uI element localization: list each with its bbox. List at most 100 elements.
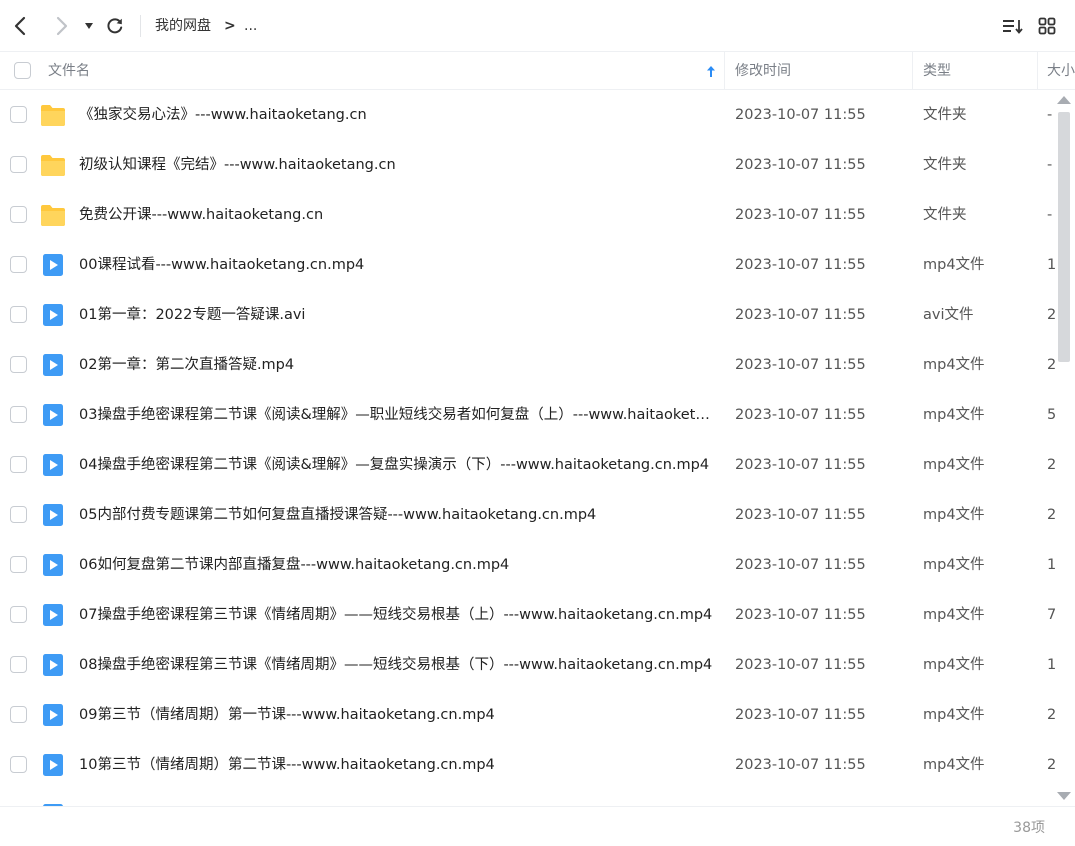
- sort-ascending-icon[interactable]: [706, 65, 716, 78]
- file-name[interactable]: 01第一章：2022专题一答疑课.avi: [79, 305, 715, 325]
- file-type: mp4文件: [923, 707, 985, 723]
- file-modified: 2023-10-07 11:55: [735, 557, 866, 573]
- file-modified: 2023-10-07 11:55: [735, 657, 866, 673]
- row-checkbox[interactable]: [10, 606, 27, 623]
- file-size: 2: [1047, 307, 1055, 323]
- file-type: mp4文件: [923, 657, 985, 673]
- video-file-icon: [40, 453, 66, 477]
- file-size: 5: [1047, 407, 1055, 423]
- file-row[interactable]: 07操盘手绝密课程第三节课《情绪周期》——短线交易根基（上）---www.hai…: [0, 590, 1055, 640]
- file-size: 1: [1047, 257, 1055, 273]
- row-checkbox[interactable]: [10, 156, 27, 173]
- file-type: mp4文件: [923, 457, 985, 473]
- row-checkbox[interactable]: [10, 306, 27, 323]
- file-size: -: [1047, 207, 1053, 223]
- file-modified: 2023-10-07 11:55: [735, 457, 866, 473]
- column-separator[interactable]: [912, 52, 913, 90]
- scrollbar-thumb[interactable]: [1058, 112, 1070, 362]
- file-size: 2: [1047, 457, 1055, 473]
- file-name[interactable]: 09第三节（情绪周期）第一节课---www.haitaoketang.cn.mp…: [79, 705, 715, 725]
- column-modified[interactable]: 修改时间: [735, 52, 791, 90]
- file-row[interactable]: 02第一章：第二次直播答疑.mp4 2023-10-07 11:55 mp4文件 2: [0, 340, 1055, 390]
- file-type: 文件夹: [923, 107, 967, 123]
- select-all-checkbox[interactable]: [14, 62, 31, 79]
- view-toggle-button[interactable]: [1034, 13, 1060, 39]
- file-name[interactable]: 07操盘手绝密课程第三节课《情绪周期》——短线交易根基（上）---www.hai…: [79, 605, 715, 625]
- file-row[interactable]: 《独家交易心法》---www.haitaoketang.cn 2023-10-07…: [0, 90, 1055, 140]
- file-modified: 2023-10-07 11:55: [735, 107, 866, 123]
- file-row[interactable]: 09第三节（情绪周期）第一节课---www.haitaoketang.cn.mp…: [0, 690, 1055, 740]
- file-row[interactable]: 03操盘手绝密课程第二节课《阅读&理解》—职业短线交易者如何复盘（上）---ww…: [0, 390, 1055, 440]
- file-modified: 2023-10-07 11:55: [735, 357, 866, 373]
- column-separator[interactable]: [724, 52, 725, 90]
- video-file-icon: [40, 253, 66, 277]
- file-name[interactable]: 05内部付费专题课第二节如何复盘直播授课答疑---www.haitaoketan…: [79, 505, 715, 525]
- chevron-left-icon: [14, 16, 26, 36]
- file-name[interactable]: 04操盘手绝密课程第二节课《阅读&理解》—复盘实操演示（下）---www.hai…: [79, 455, 715, 475]
- vertical-scrollbar[interactable]: [1055, 92, 1073, 804]
- file-modified: 2023-10-07 11:55: [735, 257, 866, 273]
- file-size: 2: [1047, 707, 1055, 723]
- row-checkbox[interactable]: [10, 456, 27, 473]
- file-row[interactable]: 10第三节（情绪周期）第二节课---www.haitaoketang.cn.mp…: [0, 740, 1055, 790]
- column-type[interactable]: 类型: [923, 52, 951, 90]
- scroll-down-arrow[interactable]: [1057, 792, 1071, 800]
- file-modified: 2023-10-07 11:55: [735, 507, 866, 523]
- column-header: 文件名 修改时间 类型 大小: [0, 52, 1075, 90]
- column-separator[interactable]: [1037, 52, 1038, 90]
- refresh-button[interactable]: [102, 13, 128, 39]
- row-checkbox[interactable]: [10, 706, 27, 723]
- video-file-icon: [40, 553, 66, 577]
- file-row[interactable]: 00课程试看---www.haitaoketang.cn.mp4 2023-10-…: [0, 240, 1055, 290]
- file-row[interactable]: 06如何复盘第二节课内部直播复盘---www.haitaoketang.cn.m…: [0, 540, 1055, 590]
- file-type: 文件夹: [923, 157, 967, 173]
- breadcrumb-root[interactable]: 我的网盘: [155, 16, 211, 36]
- file-row[interactable]: 08操盘手绝密课程第三节课《情绪周期》——短线交易根基（下）---www.hai…: [0, 640, 1055, 690]
- file-name[interactable]: 《独家交易心法》---www.haitaoketang.cn: [79, 105, 715, 125]
- file-name[interactable]: 初级认知课程《完结》---www.haitaoketang.cn: [79, 155, 715, 175]
- file-modified: 2023-10-07 11:55: [735, 207, 866, 223]
- history-dropdown-button[interactable]: [76, 13, 102, 39]
- row-checkbox[interactable]: [10, 356, 27, 373]
- file-size: 7: [1047, 607, 1055, 623]
- file-row[interactable]: 04操盘手绝密课程第二节课《阅读&理解》—复盘实操演示（下）---www.hai…: [0, 440, 1055, 490]
- column-size[interactable]: 大小: [1047, 52, 1075, 90]
- file-row[interactable]: 免费公开课---www.haitaoketang.cn 2023-10-07 11…: [0, 190, 1055, 240]
- row-checkbox[interactable]: [10, 506, 27, 523]
- file-row[interactable]: 05内部付费专题课第二节如何复盘直播授课答疑---www.haitaoketan…: [0, 490, 1055, 540]
- file-name[interactable]: 08操盘手绝密课程第三节课《情绪周期》——短线交易根基（下）---www.hai…: [79, 655, 715, 675]
- row-checkbox[interactable]: [10, 756, 27, 773]
- row-checkbox[interactable]: [10, 256, 27, 273]
- file-name[interactable]: 06如何复盘第二节课内部直播复盘---www.haitaoketang.cn.m…: [79, 555, 715, 575]
- file-name[interactable]: 00课程试看---www.haitaoketang.cn.mp4: [79, 255, 715, 275]
- file-modified: 2023-10-07 11:55: [735, 757, 866, 773]
- file-row[interactable]: 01第一章：2022专题一答疑课.avi 2023-10-07 11:55 avi文…: [0, 290, 1055, 340]
- row-checkbox[interactable]: [10, 206, 27, 223]
- file-type: mp4文件: [923, 557, 985, 573]
- refresh-icon: [107, 18, 123, 34]
- file-type: mp4文件: [923, 757, 985, 773]
- row-checkbox[interactable]: [10, 656, 27, 673]
- sort-button[interactable]: [999, 13, 1025, 39]
- file-type: mp4文件: [923, 507, 985, 523]
- forward-button[interactable]: [48, 13, 74, 39]
- column-name[interactable]: 文件名: [48, 52, 90, 90]
- file-modified: 2023-10-07 11:55: [735, 157, 866, 173]
- file-name[interactable]: 10第三节（情绪周期）第二节课---www.haitaoketang.cn.mp…: [79, 755, 715, 775]
- scroll-up-arrow[interactable]: [1057, 96, 1071, 104]
- folder-icon: [40, 103, 66, 127]
- file-modified: 2023-10-07 11:55: [735, 607, 866, 623]
- file-name[interactable]: 免费公开课---www.haitaoketang.cn: [79, 205, 715, 225]
- breadcrumb-ellipsis[interactable]: ...: [244, 16, 257, 36]
- file-row[interactable]: 初级认知课程《完结》---www.haitaoketang.cn 2023-10-…: [0, 140, 1055, 190]
- file-name[interactable]: 02第一章：第二次直播答疑.mp4: [79, 355, 715, 375]
- row-checkbox[interactable]: [10, 106, 27, 123]
- file-name[interactable]: 03操盘手绝密课程第二节课《阅读&理解》—职业短线交易者如何复盘（上）---ww…: [79, 405, 715, 425]
- back-button[interactable]: [8, 13, 34, 39]
- file-row[interactable]: [0, 790, 1055, 806]
- row-checkbox[interactable]: [10, 556, 27, 573]
- file-size: 2: [1047, 757, 1055, 773]
- file-type: mp4文件: [923, 357, 985, 373]
- row-checkbox[interactable]: [10, 406, 27, 423]
- video-file-icon: [40, 603, 66, 627]
